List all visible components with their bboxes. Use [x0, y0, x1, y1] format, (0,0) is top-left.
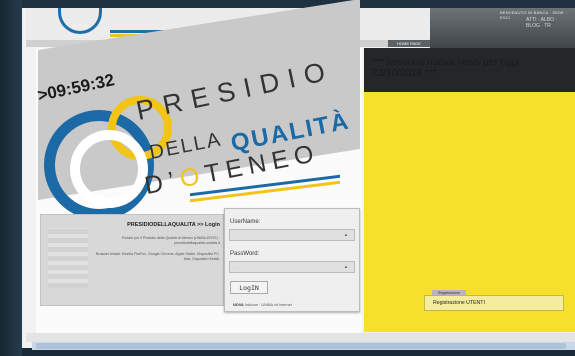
- news-text: *** nessuna nuova news per oggi 23/10/20…: [372, 57, 520, 79]
- login-footer: NOVA Indicom · UNIBA.cit Internet: [233, 303, 351, 307]
- registration-button[interactable]: Registrazione UTENTI: [424, 295, 564, 311]
- login-footer-brand: NOVA: [233, 303, 244, 307]
- username-label: UserName:: [230, 219, 261, 225]
- login-info-browsers: Browser testati: Mozilla FireFox, Google…: [95, 252, 220, 261]
- header-menu[interactable]: ATTI · ALBO · BLOG · TR: [526, 17, 572, 29]
- login-footer-text: Indicom · UNIBA.cit Internet: [244, 303, 292, 307]
- header-top-links[interactable]: BENVENUTO IN BANCA · SEDE · ESCI: [500, 10, 572, 20]
- window-frame-left: [0, 0, 22, 356]
- login-info-title: PRESIDIODELLAQUALITA >> Login: [127, 222, 220, 228]
- password-input[interactable]: ········: [229, 261, 355, 273]
- page-bottom-bar: [26, 333, 575, 342]
- login-info-description: Portale per il Presidio della Qualità di…: [121, 236, 220, 245]
- password-dropdown-icon[interactable]: ▲: [344, 264, 348, 269]
- password-label: PassWord:: [230, 251, 260, 257]
- scrollbar-thumb[interactable]: [36, 343, 566, 349]
- blurred-image: [48, 228, 88, 288]
- logo-ring-white: [70, 130, 148, 208]
- logo-text-d: D’: [142, 165, 183, 201]
- nav-home-link[interactable]: HOME PAGE: [388, 40, 430, 47]
- login-button[interactable]: LogIN: [230, 281, 268, 294]
- username-input[interactable]: [229, 229, 355, 241]
- username-dropdown-icon[interactable]: ▲: [344, 232, 348, 237]
